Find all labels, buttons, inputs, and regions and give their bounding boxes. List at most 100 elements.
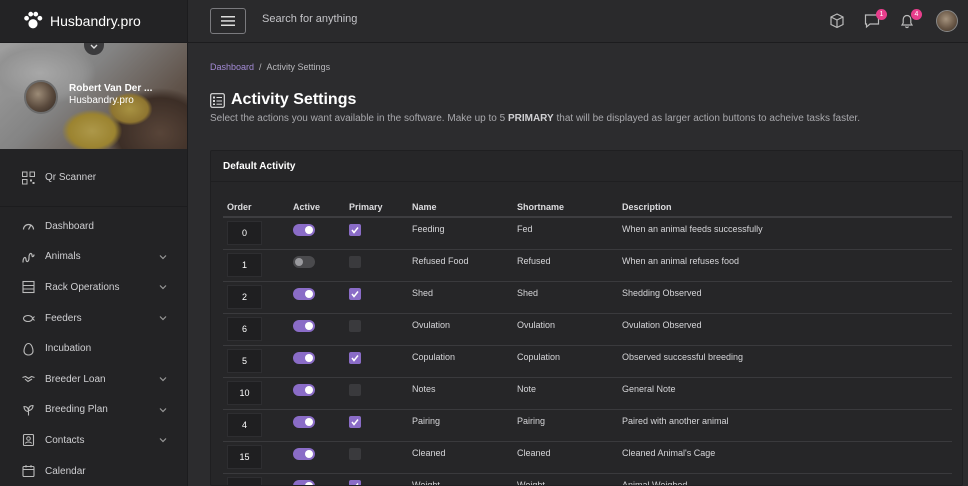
search-input[interactable] xyxy=(262,13,562,25)
sidebar-item-animals[interactable]: Animals xyxy=(0,242,187,273)
breadcrumb-dashboard-link[interactable]: Dashboard xyxy=(210,62,254,72)
check-icon xyxy=(351,290,359,298)
shortname-cell: Refused xyxy=(513,249,618,282)
brand[interactable]: Husbandry.pro xyxy=(0,0,187,43)
sidebar-item-breeding-plan[interactable]: Breeding Plan xyxy=(0,395,187,426)
description-cell: Cleaned Animal's Cage xyxy=(618,441,952,474)
order-input[interactable]: 0 xyxy=(227,221,262,245)
primary-checkbox[interactable] xyxy=(349,415,361,428)
primary-checkbox[interactable] xyxy=(349,287,361,300)
contacts-icon xyxy=(22,434,35,447)
messages-badge: 1 xyxy=(876,9,887,20)
shortname-cell: Ovulation xyxy=(513,313,618,346)
feeder-icon xyxy=(22,315,35,323)
name-cell: Weight xyxy=(408,473,513,485)
sidebar-item-incubation[interactable]: Incubation xyxy=(0,333,187,364)
primary-checkbox[interactable] xyxy=(349,447,361,460)
active-toggle[interactable] xyxy=(293,287,315,300)
order-input[interactable]: 10 xyxy=(227,380,262,405)
dashboard-icon xyxy=(22,224,35,231)
default-activity-card: Default Activity Order Active Primary Na… xyxy=(210,150,963,486)
sidebar-nav: Dashboard Animals Rack Operations Feeder… xyxy=(0,207,187,486)
sidebar-item-breeder-loan[interactable]: Breeder Loan xyxy=(0,364,187,395)
order-input[interactable]: 5 xyxy=(227,348,262,373)
toggle-knob xyxy=(305,385,313,394)
order-input[interactable]: 6 xyxy=(227,316,262,341)
active-cell xyxy=(289,313,345,346)
col-shortname-header: Shortname xyxy=(513,197,618,218)
subtitle-text-post: that will be displayed as larger action … xyxy=(553,113,860,124)
description-cell: Animal Weighed xyxy=(618,473,952,485)
primary-checkbox[interactable] xyxy=(349,224,361,236)
sidebar-item-feeders[interactable]: Feeders xyxy=(0,303,187,334)
egg-icon xyxy=(23,342,34,356)
description-cell: When an animal feeds successfully xyxy=(618,217,952,250)
snake-icon xyxy=(22,252,35,263)
activity-table: Order Active Primary Name Shortname Desc… xyxy=(223,197,952,485)
toggle-knob xyxy=(305,449,313,458)
sidebar-item-label: Animals xyxy=(45,251,81,263)
sidebar-item-calendar[interactable]: Calendar xyxy=(0,456,187,486)
sidebar-item-contacts[interactable]: Contacts xyxy=(0,425,187,456)
table-row: 0 Feeding Fed When an animal feeds successf… xyxy=(223,217,952,250)
active-toggle[interactable] xyxy=(293,447,315,460)
name-cell: Copulation xyxy=(408,345,513,378)
name-cell: Pairing xyxy=(408,409,513,442)
user-avatar[interactable] xyxy=(936,10,958,32)
primary-checkbox[interactable] xyxy=(349,383,361,396)
active-toggle[interactable] xyxy=(293,255,315,268)
sidebar-item-dashboard[interactable]: Dashboard xyxy=(0,211,187,242)
sidebar-item-qr-scanner[interactable]: Qr Scanner xyxy=(0,162,187,193)
active-toggle[interactable] xyxy=(293,479,315,485)
notifications-button[interactable]: 4 xyxy=(898,9,922,30)
order-input[interactable]: 3 xyxy=(227,476,262,485)
primary-cell xyxy=(345,345,408,378)
name-cell: Feeding xyxy=(408,217,513,250)
cube-icon xyxy=(830,13,844,29)
chevron-down-icon xyxy=(159,316,167,321)
primary-cell xyxy=(345,249,408,282)
primary-checkbox[interactable] xyxy=(349,319,361,332)
active-toggle[interactable] xyxy=(293,224,315,236)
toggle-knob xyxy=(305,226,313,234)
table-row: 6 Ovulation Ovulation Ovulation Observed xyxy=(223,313,952,346)
order-input[interactable]: 4 xyxy=(227,412,262,437)
check-icon xyxy=(351,418,359,426)
order-input[interactable]: 1 xyxy=(227,252,262,277)
order-input[interactable]: 15 xyxy=(227,444,262,469)
menu-toggle-button[interactable] xyxy=(210,8,246,34)
breadcrumb-current: Activity Settings xyxy=(266,62,331,72)
order-cell: 10 xyxy=(223,377,289,410)
active-cell xyxy=(289,345,345,378)
order-input[interactable]: 2 xyxy=(227,284,262,309)
sidebar: Husbandry.pro Robert Van Der ... Husband… xyxy=(0,0,188,486)
sidebar-item-label: Dashboard xyxy=(45,220,94,232)
order-cell: 15 xyxy=(223,441,289,474)
page-subtitle: Select the actions you want available in… xyxy=(210,113,860,124)
app-root: Husbandry.pro Robert Van Der ... Husband… xyxy=(0,0,968,486)
chevron-down-icon xyxy=(159,407,167,413)
plant-icon xyxy=(23,404,34,416)
sidebar-item-rack-operations[interactable]: Rack Operations xyxy=(0,272,187,303)
toggle-knob xyxy=(305,321,313,330)
cube-button[interactable] xyxy=(828,12,846,30)
profile-avatar[interactable] xyxy=(24,80,58,114)
name-cell: Cleaned xyxy=(408,441,513,474)
toggle-knob xyxy=(305,289,313,298)
primary-checkbox[interactable] xyxy=(349,255,361,268)
name-cell: Ovulation xyxy=(408,313,513,346)
primary-checkbox[interactable] xyxy=(349,351,361,364)
subtitle-text-pre: Select the actions you want available in… xyxy=(210,113,508,124)
primary-cell xyxy=(345,473,408,485)
active-toggle[interactable] xyxy=(293,319,315,332)
messages-button[interactable]: 1 xyxy=(863,9,887,30)
primary-cell xyxy=(345,409,408,442)
sidebar-item-label: Breeder Loan xyxy=(45,373,106,385)
primary-checkbox[interactable] xyxy=(349,479,361,485)
card-title: Default Activity xyxy=(211,151,962,182)
description-cell: Observed successful breeding xyxy=(618,345,952,378)
chevron-down-icon xyxy=(90,44,98,49)
active-toggle[interactable] xyxy=(293,415,315,428)
active-toggle[interactable] xyxy=(293,351,315,364)
active-toggle[interactable] xyxy=(293,383,315,396)
